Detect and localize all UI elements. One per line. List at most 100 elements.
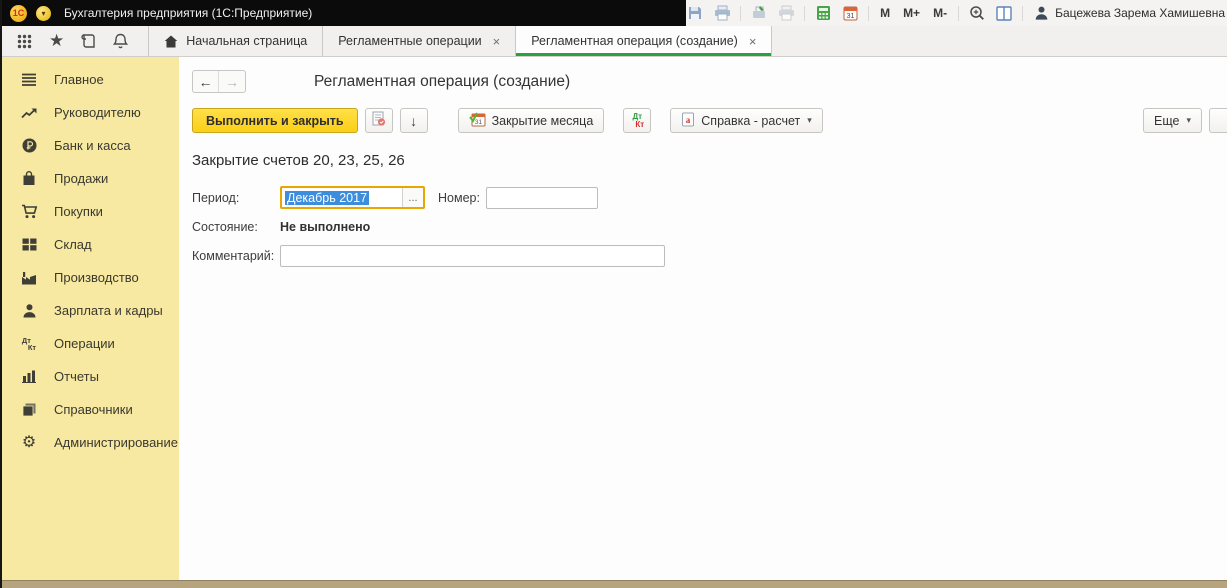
menu-lines-icon [19, 73, 39, 87]
split-view-icon[interactable] [995, 4, 1013, 22]
factory-icon [19, 271, 39, 285]
current-user[interactable]: Бацежева Зарема Хамишевна [1032, 4, 1225, 22]
comment-label: Комментарий: [192, 249, 275, 263]
more-button[interactable]: Еще ▾ [1143, 108, 1202, 133]
tab-home[interactable]: Начальная страница [148, 26, 322, 56]
quick-panel: ★ [2, 26, 148, 56]
sidebar-item-spravochniki[interactable]: Справочники [2, 393, 179, 426]
save-icon[interactable] [686, 4, 704, 22]
operation-heading: Закрытие счетов 20, 23, 25, 26 [192, 152, 405, 169]
divider [804, 5, 806, 21]
sidebar-item-pokupki[interactable]: Покупки [2, 195, 179, 228]
sidebar-item-label: Зарплата и кадры [54, 303, 163, 318]
show-postings-dtkt-button[interactable]: Дт Кт [623, 108, 652, 133]
help-button-partial[interactable] [1209, 108, 1227, 133]
sidebar-item-glavnoe[interactable]: Главное [2, 63, 179, 96]
memory-m-minus-button[interactable]: M- [931, 6, 949, 20]
sidebar-item-rukovoditelyu[interactable]: Руководителю [2, 96, 179, 129]
divider [740, 5, 742, 21]
sidebar-item-prodazhi[interactable]: Продажи [2, 162, 179, 195]
save-record-button[interactable] [364, 108, 393, 133]
shopping-bag-icon [19, 171, 39, 186]
favorites-icon[interactable]: ★ [49, 31, 64, 51]
sidebar-item-label: Склад [54, 237, 92, 252]
button-label: Справка - расчет [701, 113, 801, 128]
state-label: Состояние: [192, 220, 258, 234]
tab-label: Регламентная операция (создание) [531, 34, 738, 48]
period-value[interactable]: Декабрь 2017 [282, 188, 402, 207]
period-field[interactable]: Декабрь 2017 ... [280, 186, 425, 209]
user-icon [1032, 4, 1050, 22]
period-picker-button[interactable]: ... [402, 188, 423, 207]
tab-bar: ★ Начальная страница Регламентные операц… [2, 26, 1227, 57]
sidebar-item-label: Справочники [54, 402, 133, 417]
dt-kt-icon: Дт Кт [632, 111, 645, 129]
sidebar-item-label: Производство [54, 270, 139, 285]
sidebar-item-proizvodstvo[interactable]: Производство [2, 261, 179, 294]
sidebar-item-label: Покупки [54, 204, 103, 219]
sidebar-item-label: Банк и касса [54, 138, 131, 153]
main-menu-button[interactable]: ▾ [36, 5, 51, 21]
back-button[interactable]: ← [193, 71, 219, 92]
button-label: Еще [1154, 113, 1180, 128]
svg-text:31: 31 [846, 13, 854, 20]
calendar-icon[interactable]: 31 [841, 4, 859, 22]
button-label: Выполнить и закрыть [206, 113, 344, 128]
zoom-icon[interactable] [968, 4, 986, 22]
tools-menu-icon[interactable] [17, 34, 32, 49]
window-title: Бухгалтерия предприятия (1С:Предприятие) [64, 6, 313, 20]
button-label: Закрытие месяца [491, 113, 594, 128]
number-label: Номер: [438, 190, 480, 205]
number-input[interactable] [485, 186, 598, 209]
period-label: Период: [192, 190, 240, 205]
memory-m-button[interactable]: M [878, 6, 892, 20]
comment-input[interactable] [280, 245, 665, 267]
sidebar-item-zarplata-i-kadry[interactable]: Зарплата и кадры [2, 294, 179, 327]
calculator-icon[interactable] [814, 4, 832, 22]
sidebar-item-label: Операции [54, 336, 115, 351]
sidebar-item-label: Продажи [54, 171, 109, 186]
print-file-icon[interactable] [750, 4, 768, 22]
navigation-row: ← → Регламентная операция (создание) [192, 70, 1227, 93]
title-bar-left: 1С ▾ Бухгалтерия предприятия (1С:Предпри… [2, 0, 687, 26]
selected-text: Декабрь 2017 [285, 190, 370, 205]
state-value: Не выполнено [280, 220, 371, 234]
shopping-cart-icon [19, 204, 39, 219]
calendar-check-icon: 31 [468, 111, 486, 130]
sidebar-item-administrirovanie[interactable]: ⚙ Администрирование [2, 426, 179, 459]
down-arrow-icon: ↓ [410, 112, 418, 129]
trend-up-icon [19, 107, 39, 119]
history-icon[interactable] [81, 33, 96, 49]
print-preview-icon[interactable] [777, 4, 795, 22]
comment-row: Комментарий: [192, 245, 1227, 267]
notifications-bell-icon[interactable] [113, 33, 129, 49]
sidebar-item-otchety[interactable]: Отчеты [2, 360, 179, 393]
form-toolbar: Выполнить и закрыть ↓ 31 Закрытие месяца [192, 108, 1227, 133]
operation-form: Период: Декабрь 2017 ... Номер: Состояни… [192, 186, 1227, 267]
nav-history-group: ← → [192, 70, 246, 93]
help-calculation-button[interactable]: a Справка - расчет ▾ [670, 108, 823, 133]
forward-button[interactable]: → [219, 71, 245, 92]
print-icon[interactable] [713, 4, 731, 22]
sidebar-item-operacii[interactable]: Дт Кт Операции [2, 327, 179, 360]
ruble-circle-icon [19, 138, 39, 153]
sidebar-item-label: Главное [54, 72, 104, 87]
tab-close-icon[interactable]: × [749, 34, 757, 49]
download-posting-button[interactable]: ↓ [399, 108, 428, 133]
tab-close-icon[interactable]: × [493, 34, 501, 49]
books-icon [19, 403, 39, 417]
warehouse-boxes-icon [19, 238, 39, 251]
sidebar-item-bank-i-kassa[interactable]: Банк и касса [2, 129, 179, 162]
sidebar-item-label: Руководителю [54, 105, 141, 120]
sidebar-item-sklad[interactable]: Склад [2, 228, 179, 261]
execute-and-close-button[interactable]: Выполнить и закрыть [192, 108, 358, 133]
chevron-down-icon: ▾ [807, 115, 812, 125]
tab-label: Начальная страница [186, 34, 308, 48]
sidebar-item-label: Отчеты [54, 369, 99, 384]
title-bar-right: 31 M M+ M- Бацежева Зарема Хамишевна [686, 0, 1227, 26]
divider [1022, 5, 1024, 21]
tab-reglamentnye-operacii[interactable]: Регламентные операции × [322, 26, 515, 56]
month-close-button[interactable]: 31 Закрытие месяца [457, 108, 605, 133]
memory-m-plus-button[interactable]: M+ [901, 6, 922, 20]
tab-reglamentnaya-operaciya-sozdanie[interactable]: Регламентная операция (создание) × [515, 26, 773, 56]
